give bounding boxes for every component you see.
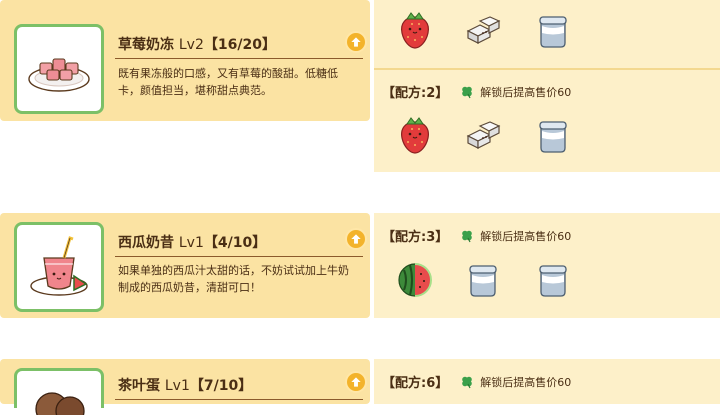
dessert-level: Lv2 (178, 37, 204, 53)
clover-icon (460, 229, 474, 243)
recipe-divider (374, 68, 720, 70)
dessert-progress: 【4/10】 (203, 235, 267, 251)
dessert-title: 西瓜奶昔 Lv1【4/10】 (118, 232, 266, 252)
strawberry-icon (394, 9, 436, 51)
dessert-thumbnail[interactable] (14, 368, 104, 415)
upgrade-button[interactable] (345, 31, 367, 53)
milk-jar-icon (462, 258, 504, 300)
clover-icon (460, 85, 474, 99)
title-divider (115, 256, 363, 257)
milk-jar-icon (532, 9, 574, 51)
dessert-progress: 【16/20】 (203, 37, 276, 53)
unlock-note: 解锁后提高售价60 (480, 229, 572, 243)
arrow-up-icon (349, 35, 363, 49)
dessert-name: 草莓奶冻 (118, 37, 174, 53)
dessert-thumbnail[interactable] (14, 24, 104, 114)
strawberry-pudding-icon (28, 58, 90, 92)
upgrade-button[interactable] (345, 371, 367, 393)
dessert-progress: 【7/10】 (189, 378, 253, 394)
dessert-description: 既有果冻般的口感，又有草莓的酸甜。低糖低卡，颜值担当，堪称甜点典范。 (118, 67, 338, 97)
unlock-note: 解锁后提高售价60 (480, 375, 572, 389)
arrow-up-icon (349, 375, 363, 389)
sugar-cubes-icon (462, 9, 504, 51)
dessert-description: 如果单独的西瓜汁太甜的话，不妨试试加上牛奶制成的西瓜奶昔，清甜可口！ (118, 264, 349, 294)
upgrade-button[interactable] (345, 228, 367, 250)
recipe-label: 【配方:3】 (382, 230, 449, 245)
dessert-name: 茶叶蛋 (118, 378, 160, 394)
recipe-header: 【配方:6】 解锁后提高售价60 (382, 372, 572, 392)
milk-jar-icon (532, 258, 574, 300)
title-divider (115, 58, 363, 59)
unlock-note: 解锁后提高售价60 (480, 85, 572, 99)
strawberry-icon (394, 114, 436, 156)
watermelon-shake-icon (30, 236, 88, 296)
title-divider (115, 399, 363, 400)
watermelon-icon (394, 258, 436, 300)
dessert-title: 草莓奶冻 Lv2【16/20】 (118, 34, 276, 54)
recipe-label: 【配方:6】 (382, 376, 449, 391)
recipe-header: 【配方:3】 解锁后提高售价60 (382, 226, 572, 246)
dessert-level: Lv1 (178, 235, 204, 251)
recipe-label: 【配方:2】 (382, 86, 449, 101)
clover-icon (460, 375, 474, 389)
dessert-thumbnail[interactable] (14, 222, 104, 312)
milk-jar-icon (532, 114, 574, 156)
dessert-name: 西瓜奶昔 (118, 235, 174, 251)
arrow-up-icon (349, 232, 363, 246)
recipe-header: 【配方:2】 解锁后提高售价60 (382, 82, 572, 102)
dessert-title: 茶叶蛋 Lv1【7/10】 (118, 375, 252, 395)
tea-egg-icon (35, 391, 85, 415)
dessert-level: Lv1 (164, 378, 190, 394)
sugar-cubes-icon (462, 114, 504, 156)
